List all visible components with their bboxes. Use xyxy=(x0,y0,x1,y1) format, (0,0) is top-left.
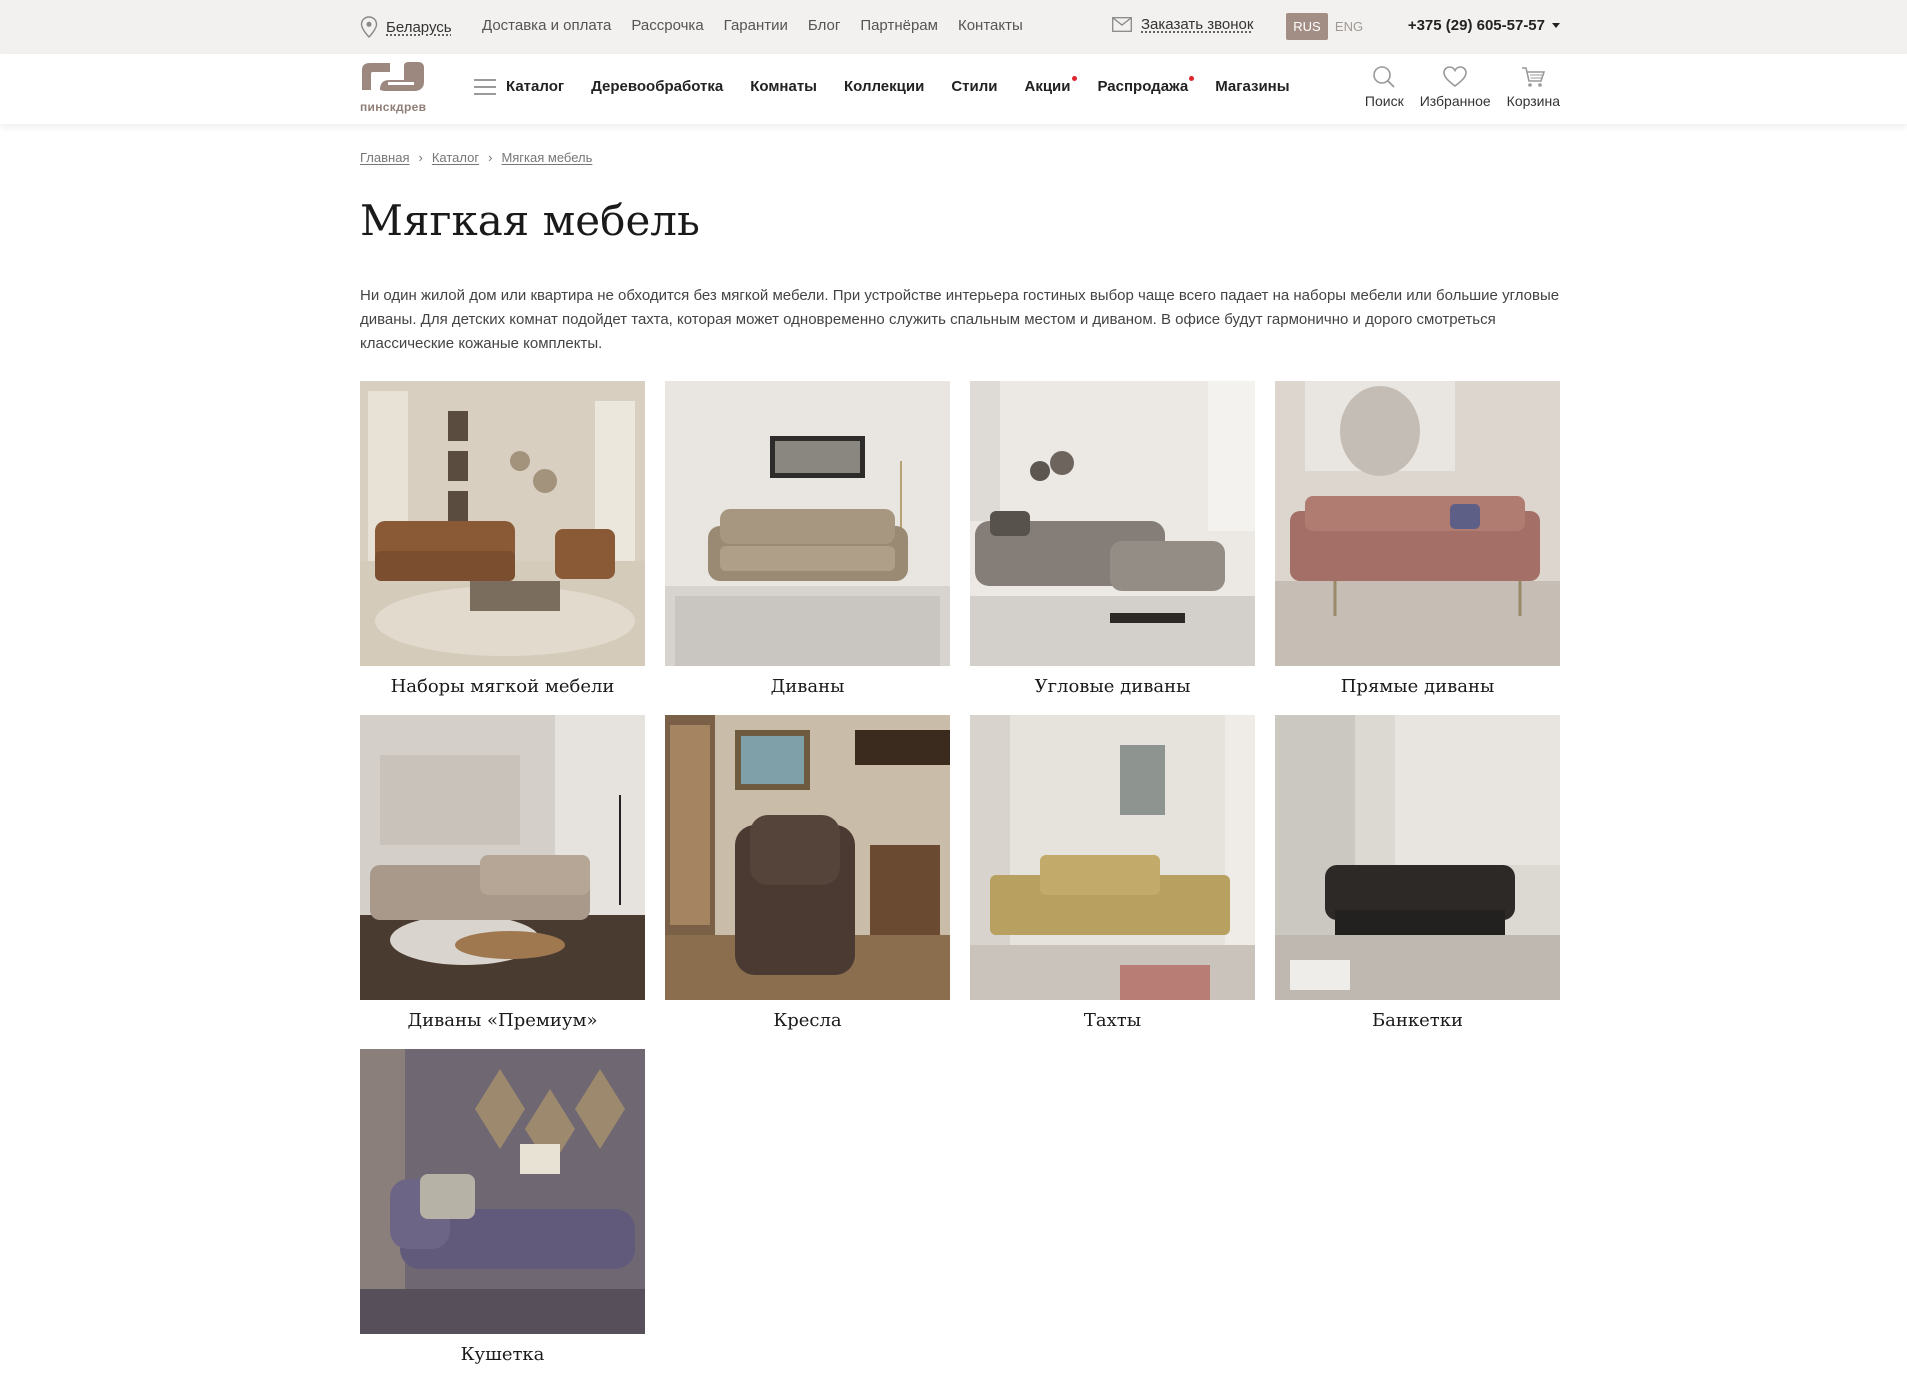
category-title[interactable]: Угловые диваны xyxy=(970,676,1255,697)
region-label[interactable]: Беларусь xyxy=(386,19,452,36)
link-delivery[interactable]: Доставка и оплата xyxy=(482,17,611,34)
heart-icon xyxy=(1443,66,1467,88)
breadcrumb: Главная › Каталог › Мягкая мебель xyxy=(360,150,592,165)
category-card-straight-sofas[interactable]: Прямые диваны xyxy=(1275,381,1560,697)
link-warranty[interactable]: Гарантии xyxy=(724,17,788,34)
category-card-sets[interactable]: Наборы мягкой мебели xyxy=(360,381,645,697)
category-title[interactable]: Кресла xyxy=(665,1010,950,1031)
menu-collections[interactable]: Коллекции xyxy=(844,78,924,95)
lang-rus-button[interactable]: RUS xyxy=(1286,13,1328,40)
search-icon xyxy=(1373,66,1395,88)
favorites-button[interactable]: Избранное xyxy=(1420,64,1491,109)
page-intro: Ни один жилой дом или квартира не обходи… xyxy=(360,287,1560,352)
new-badge-dot xyxy=(1189,76,1195,81)
menu-stores[interactable]: Магазины xyxy=(1215,78,1289,95)
category-title[interactable]: Прямые диваны xyxy=(1275,676,1560,697)
category-card-corner-sofas[interactable]: Угловые диваны xyxy=(970,381,1255,697)
main-menu: Каталог Деревообработка Комнаты Коллекци… xyxy=(474,76,1317,95)
category-title[interactable]: Тахты xyxy=(970,1010,1255,1031)
search-button[interactable]: Поиск xyxy=(1365,64,1404,109)
link-contacts[interactable]: Контакты xyxy=(958,17,1023,34)
callback-request[interactable]: Заказать звонок xyxy=(1112,16,1253,33)
menu-promotions-label: Акции xyxy=(1024,78,1071,95)
category-title[interactable]: Наборы мягкой мебели xyxy=(360,676,645,697)
envelope-icon xyxy=(1112,17,1132,32)
new-badge-dot xyxy=(1071,76,1077,81)
breadcrumb-home[interactable]: Главная xyxy=(360,150,409,165)
link-partners[interactable]: Партнёрам xyxy=(860,17,938,34)
hamburger-icon[interactable] xyxy=(474,78,496,95)
couch-photo[interactable] xyxy=(360,1049,645,1334)
armchair-photo[interactable] xyxy=(665,715,950,1000)
menu-catalog[interactable]: Каталог xyxy=(506,78,564,95)
breadcrumb-current[interactable]: Мягкая мебель xyxy=(501,150,592,165)
sofa-photo[interactable] xyxy=(665,381,950,666)
menu-rooms[interactable]: Комнаты xyxy=(750,78,817,95)
ottoman-photo[interactable] xyxy=(1275,715,1560,1000)
corner-sofa-photo[interactable] xyxy=(970,381,1255,666)
category-card-premium-sofas[interactable]: Диваны «Премиум» xyxy=(360,715,645,1031)
search-label: Поиск xyxy=(1364,93,1404,109)
category-title[interactable]: Банкетки xyxy=(1275,1010,1560,1031)
menu-woodworking[interactable]: Деревообработка xyxy=(591,78,723,95)
category-grid: Наборы мягкой мебели Диваны Угловые дива… xyxy=(360,381,1562,1365)
page-title: Мягкая мебель xyxy=(360,196,700,245)
link-installments[interactable]: Рассрочка xyxy=(631,17,703,34)
favorites-label: Избранное xyxy=(1419,93,1491,109)
category-card-couch[interactable]: Кушетка xyxy=(360,1049,645,1365)
category-card-daybeds[interactable]: Тахты xyxy=(970,715,1255,1031)
cart-button[interactable]: Корзина xyxy=(1507,64,1560,109)
category-card-ottomans[interactable]: Банкетки xyxy=(1275,715,1560,1031)
cart-icon xyxy=(1522,67,1546,87)
location-pin-icon xyxy=(360,16,378,38)
cart-label: Корзина xyxy=(1506,93,1560,109)
top-bar: Беларусь Доставка и оплата Рассрочка Гар… xyxy=(0,0,1907,54)
region-selector[interactable]: Беларусь xyxy=(360,16,452,38)
phone-dropdown[interactable]: +375 (29) 605-57-57 xyxy=(1408,17,1560,34)
category-card-sofas[interactable]: Диваны xyxy=(665,381,950,697)
menu-sale-label: Распродажа xyxy=(1097,78,1189,95)
straight-sofa-photo[interactable] xyxy=(1275,381,1560,666)
category-card-armchairs[interactable]: Кресла xyxy=(665,715,950,1031)
link-blog[interactable]: Блог xyxy=(808,17,840,34)
breadcrumb-separator: › xyxy=(488,150,493,165)
top-links: Доставка и оплата Рассрочка Гарантии Бло… xyxy=(482,17,1043,34)
logo-wordmark: пинскдрев xyxy=(360,100,427,114)
logo-mark-icon xyxy=(362,62,424,91)
breadcrumb-separator: › xyxy=(418,150,423,165)
category-title[interactable]: Диваны xyxy=(665,676,950,697)
menu-promotions[interactable]: Акции xyxy=(1024,76,1077,95)
menu-styles[interactable]: Стили xyxy=(951,78,997,95)
premium-sofa-photo[interactable] xyxy=(360,715,645,1000)
header-tools: Поиск Избранное Корзина xyxy=(1349,64,1560,109)
logo[interactable]: пинскдрев xyxy=(360,60,428,114)
menu-sale[interactable]: Распродажа xyxy=(1097,76,1195,95)
main-header: пинскдрев Каталог Деревообработка Комнат… xyxy=(0,54,1907,124)
living-room-set-photo[interactable] xyxy=(360,381,645,666)
chevron-down-icon[interactable] xyxy=(1552,23,1560,28)
category-title[interactable]: Кушетка xyxy=(360,1344,645,1365)
callback-label[interactable]: Заказать звонок xyxy=(1141,16,1253,33)
phone-number[interactable]: +375 (29) 605-57-57 xyxy=(1408,17,1545,34)
language-switch: RUS ENG xyxy=(1286,13,1370,40)
lang-eng-button[interactable]: ENG xyxy=(1328,13,1370,40)
category-title[interactable]: Диваны «Премиум» xyxy=(360,1010,645,1031)
daybed-photo[interactable] xyxy=(970,715,1255,1000)
breadcrumb-catalog[interactable]: Каталог xyxy=(432,150,479,165)
